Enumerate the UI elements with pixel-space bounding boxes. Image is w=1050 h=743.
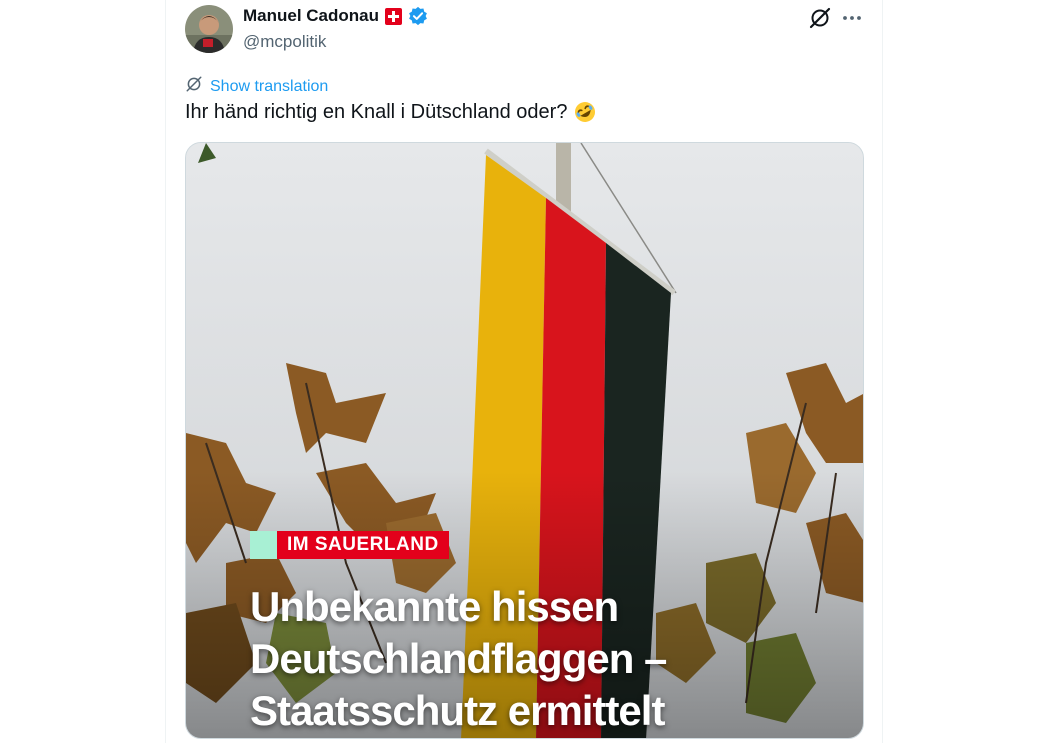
author-row: Manuel Cadonau [243, 6, 428, 26]
rolling-on-floor-laughing-emoji-icon [573, 100, 597, 124]
author-avatar[interactable] [185, 5, 233, 53]
translate-icon [185, 75, 203, 98]
more-options-icon[interactable] [840, 6, 864, 30]
author-handle[interactable]: @mcpolitik [243, 32, 326, 52]
news-badge: IM SAUERLAND [250, 531, 449, 559]
headline-line: Staatsschutz ermittelt [250, 687, 665, 734]
badge-accent [250, 531, 277, 559]
verified-badge-icon[interactable] [408, 6, 428, 26]
swiss-flag-icon [385, 7, 403, 25]
tweet-media-image[interactable]: IM SAUERLAND Unbekannte hissen Deutschla… [185, 142, 864, 739]
image-headline: Unbekannte hissen Deutschlandflaggen – S… [250, 581, 850, 737]
headline-line: Deutschlandflaggen – [250, 635, 667, 682]
badge-label: IM SAUERLAND [277, 531, 449, 559]
show-translation-link[interactable]: Show translation [185, 75, 328, 98]
grok-icon[interactable] [808, 6, 832, 30]
tweet-text: Ihr händ richtig en Knall i Dütschland o… [185, 100, 597, 124]
show-translation-label: Show translation [210, 77, 329, 95]
author-name[interactable]: Manuel Cadonau [243, 6, 379, 26]
headline-line: Unbekannte hissen [250, 583, 619, 630]
tweet-text-body: Ihr händ richtig en Knall i Dütschland o… [185, 100, 568, 123]
